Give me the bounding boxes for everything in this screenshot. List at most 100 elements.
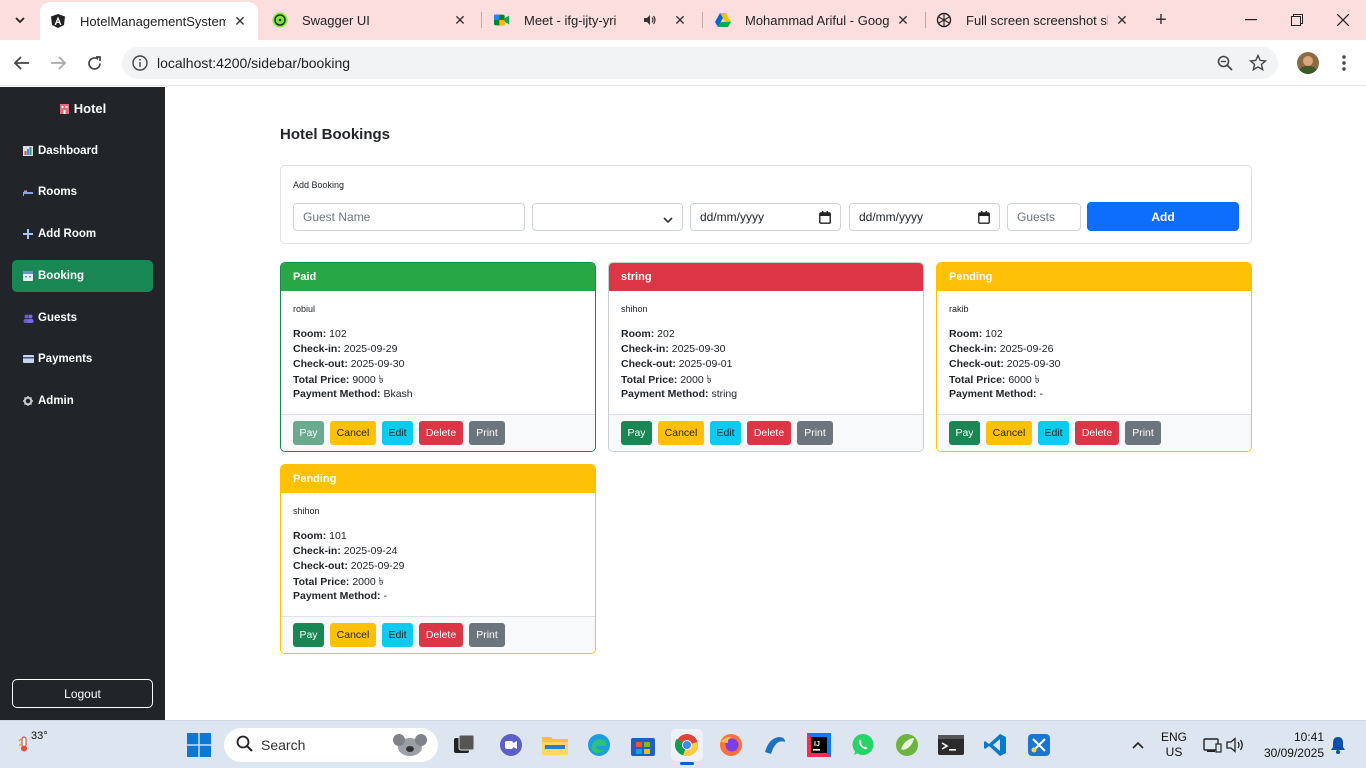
sidebar-item-rooms[interactable]: Rooms — [12, 176, 153, 208]
back-arrow-icon[interactable] — [9, 50, 35, 76]
sidebar-item-payments[interactable]: Payments — [12, 343, 153, 375]
edge-icon[interactable] — [583, 729, 615, 761]
close-tab-icon[interactable]: ✕ — [895, 12, 911, 28]
sidebar-brand[interactable]: Hotel — [0, 101, 165, 117]
firefox-icon[interactable] — [715, 729, 747, 761]
cancel-button[interactable]: Cancel — [986, 421, 1032, 445]
checkin-row: Check-in: 2025-09-24 — [293, 545, 398, 557]
checkin-date-input[interactable]: dd/mm/yyyy — [690, 203, 841, 231]
checkout-date-input[interactable]: dd/mm/yyyy — [849, 203, 1000, 231]
card-actions: Pay Cancel Edit Delete Print — [281, 616, 595, 653]
edit-button[interactable]: Edit — [382, 623, 413, 647]
cancel-button[interactable]: Cancel — [658, 421, 704, 445]
sidebar-item-admin[interactable]: Admin — [12, 385, 153, 417]
address-bar[interactable]: localhost:4200/sidebar/booking — [122, 47, 1278, 79]
tab-google-drive[interactable]: Mohammad Ariful - Google ✕ — [705, 4, 921, 36]
volume-icon[interactable] — [1220, 729, 1252, 761]
payment-method-row: Payment Method: - — [949, 388, 1043, 400]
calendar-icon[interactable] — [978, 211, 990, 227]
sidebar-item-dashboard[interactable]: Dashboard — [12, 135, 153, 167]
windows-start-icon[interactable] — [183, 729, 215, 761]
chevron-up-icon[interactable] — [1122, 729, 1154, 761]
pay-button[interactable]: Pay — [949, 421, 980, 445]
mysql-workbench-icon[interactable] — [759, 729, 791, 761]
logout-button[interactable]: Logout — [12, 679, 153, 708]
sidebar-item-add-room[interactable]: Add Room — [12, 218, 153, 250]
minimize-icon[interactable] — [1228, 0, 1274, 40]
whatsapp-icon[interactable] — [847, 729, 879, 761]
delete-button[interactable]: Delete — [419, 421, 463, 445]
swagger-icon — [272, 12, 288, 28]
tab-search-chevron-icon[interactable] — [8, 8, 32, 32]
close-window-icon[interactable] — [1320, 0, 1366, 40]
spring-tool-icon[interactable] — [891, 729, 923, 761]
checkin-row: Check-in: 2025-09-26 — [949, 343, 1054, 355]
edit-button[interactable]: Edit — [1038, 421, 1069, 445]
restore-icon[interactable] — [1274, 0, 1320, 40]
forward-arrow-icon[interactable] — [45, 50, 71, 76]
room-row: Room: 102 — [949, 328, 1003, 340]
page-title: Hotel Bookings — [280, 126, 391, 143]
reload-icon[interactable] — [81, 50, 107, 76]
add-booking-button[interactable]: Add — [1087, 202, 1239, 231]
print-button[interactable]: Print — [469, 421, 505, 445]
close-tab-icon[interactable]: ✕ — [232, 13, 248, 29]
sidebar-item-booking[interactable]: Booking — [12, 260, 153, 292]
terminal-icon[interactable] — [935, 729, 967, 761]
language-indicator[interactable]: ENG US — [1161, 721, 1187, 768]
pay-button[interactable]: Pay — [621, 421, 652, 445]
tab-chatgpt[interactable]: Full screen screenshot shortc ✕ — [926, 4, 1140, 36]
task-view-icon[interactable] — [449, 729, 481, 761]
close-tab-icon[interactable]: ✕ — [1114, 12, 1130, 28]
bed-icon — [22, 188, 34, 196]
bookmark-star-icon[interactable] — [1248, 53, 1268, 75]
zoom-icon[interactable] — [1217, 55, 1233, 74]
cancel-button[interactable]: Cancel — [330, 421, 376, 445]
print-button[interactable]: Print — [469, 623, 505, 647]
clock[interactable]: 10:41 30/09/2025 — [1260, 721, 1324, 768]
snipping-tool-icon[interactable] — [1023, 729, 1055, 761]
google-drive-icon — [715, 12, 731, 28]
site-info-icon[interactable] — [132, 55, 148, 74]
profile-avatar[interactable] — [1297, 52, 1319, 74]
intellij-icon[interactable]: IJ — [803, 729, 835, 761]
room-select[interactable] — [532, 203, 683, 231]
close-tab-icon[interactable]: ✕ — [452, 12, 468, 28]
pay-button[interactable]: Pay — [293, 623, 324, 647]
vscode-icon[interactable] — [979, 729, 1011, 761]
clock-time: 10:41 — [1293, 730, 1324, 744]
edit-button[interactable]: Edit — [710, 421, 741, 445]
delete-button[interactable]: Delete — [419, 623, 463, 647]
file-explorer-icon[interactable] — [539, 729, 571, 761]
chrome-icon[interactable] — [671, 729, 703, 765]
payment-method-row: Payment Method: - — [293, 590, 387, 602]
chat-icon[interactable] — [495, 729, 527, 761]
tab-swagger[interactable]: Swagger UI ✕ — [262, 4, 478, 36]
delete-button[interactable]: Delete — [747, 421, 791, 445]
sidebar-item-label: Payments — [38, 353, 93, 365]
browser-menu-icon[interactable] — [1331, 50, 1357, 76]
sidebar-item-guests[interactable]: Guests — [12, 302, 153, 334]
print-button[interactable]: Print — [1125, 421, 1161, 445]
weather-widget[interactable]: 33° — [18, 721, 48, 768]
guests-input[interactable]: Guests — [1007, 203, 1081, 231]
delete-button[interactable]: Delete — [1075, 421, 1119, 445]
edit-button[interactable]: Edit — [382, 421, 413, 445]
close-tab-icon[interactable]: ✕ — [672, 12, 688, 28]
notification-bell-icon[interactable] — [1322, 729, 1354, 761]
microsoft-store-icon[interactable] — [627, 729, 659, 761]
print-button[interactable]: Print — [797, 421, 833, 445]
taskbar-search[interactable]: Search — [224, 728, 438, 762]
booking-details: shihon Room: 202 Check-in: 2025-09-30 Ch… — [609, 291, 923, 415]
sidebar-item-label: Admin — [38, 395, 74, 407]
pay-button[interactable]: Pay — [293, 421, 324, 445]
add-booking-form: Add Booking Guest Name dd/mm/yyyy dd/mm/… — [280, 165, 1252, 244]
booking-details: shihon Room: 101 Check-in: 2025-09-24 Ch… — [281, 493, 595, 617]
cancel-button[interactable]: Cancel — [330, 623, 376, 647]
guest-name-input[interactable]: Guest Name — [293, 203, 525, 231]
new-tab-plus-icon[interactable]: + — [1150, 9, 1172, 31]
speaker-icon[interactable] — [642, 12, 658, 28]
calendar-icon[interactable] — [819, 211, 831, 227]
tab-google-meet[interactable]: Meet - ifg-ijty-yri ✕ — [484, 4, 698, 36]
tab-hotelmanagementsystem[interactable]: HotelManagementSystem ✕ — [40, 2, 258, 40]
